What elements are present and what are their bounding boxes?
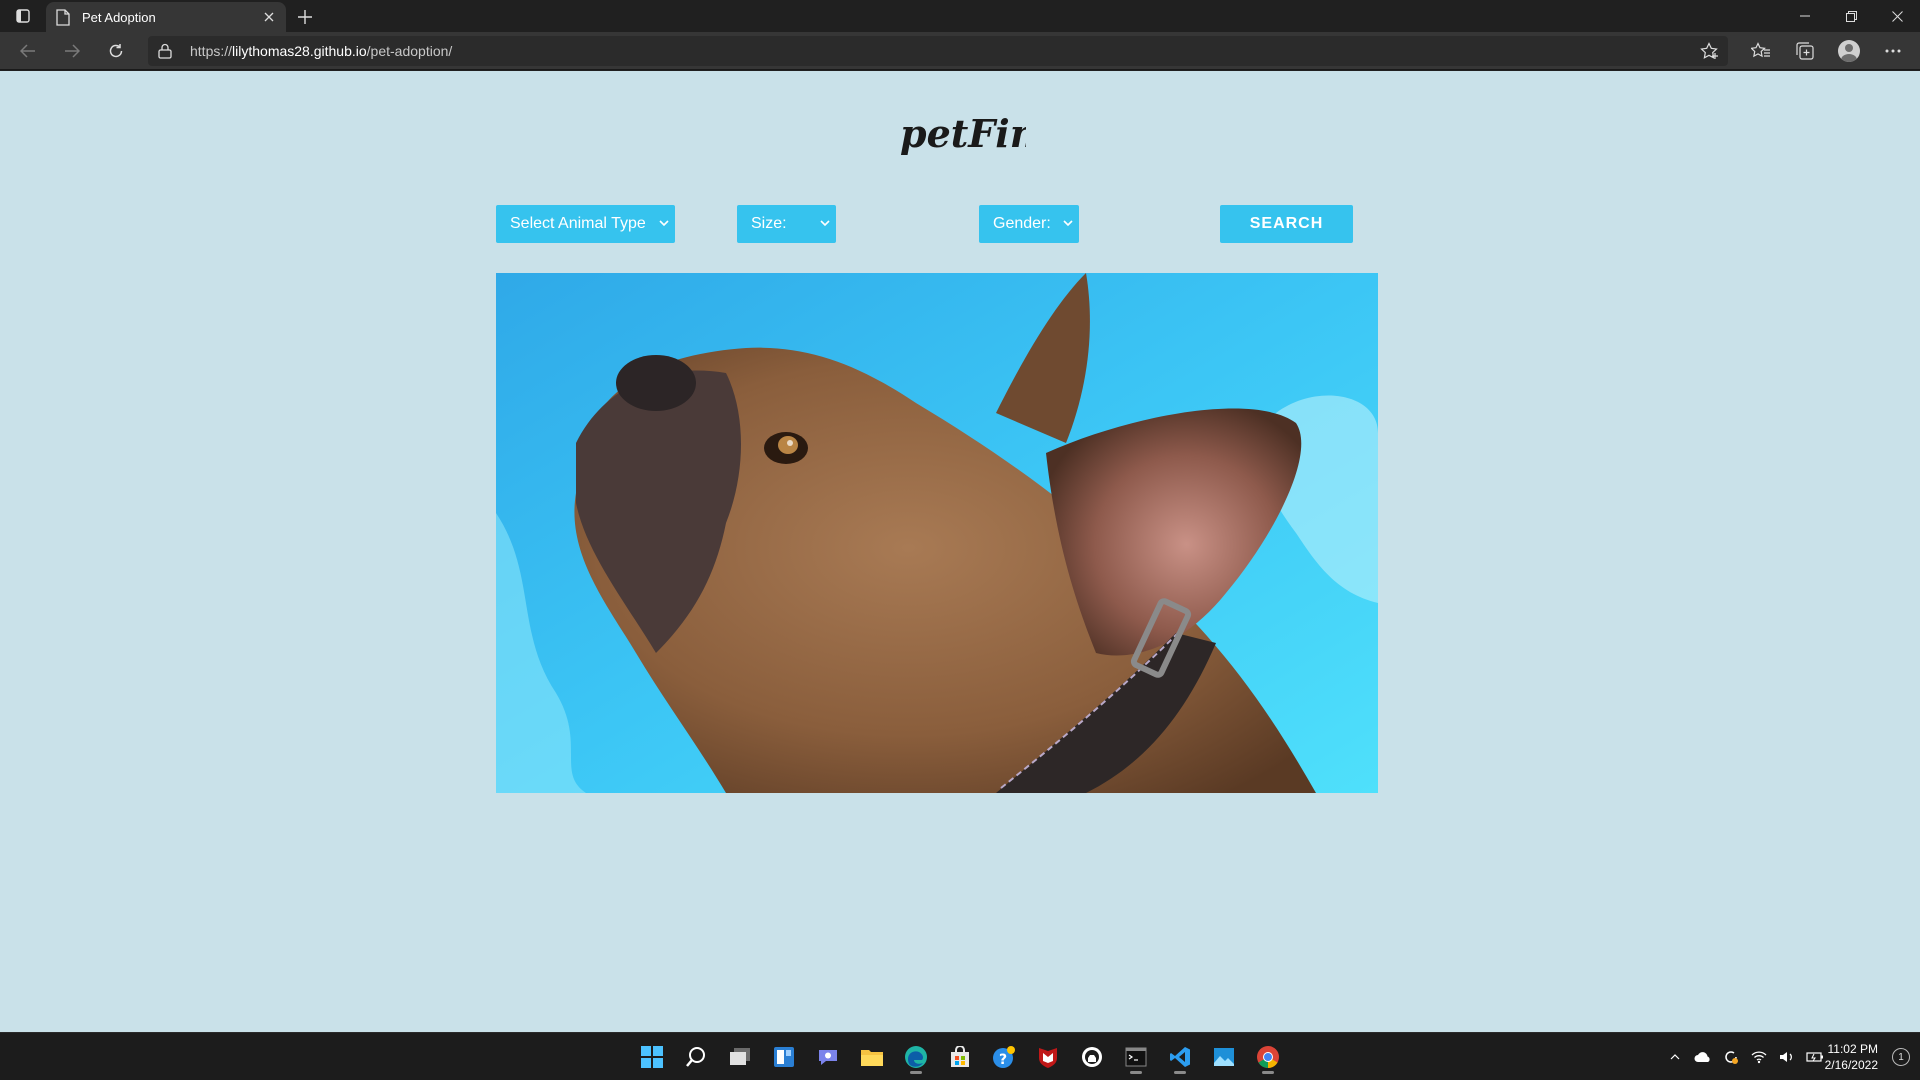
tab-close-icon[interactable] bbox=[262, 10, 276, 24]
address-bar[interactable]: https://lilythomas28.github.io/pet-adopt… bbox=[148, 36, 1728, 66]
favorites-icon[interactable] bbox=[1748, 38, 1774, 64]
animal-type-select[interactable]: Select Animal Type bbox=[496, 205, 675, 243]
refresh-icon[interactable] bbox=[102, 38, 130, 64]
chrome-icon[interactable] bbox=[1250, 1039, 1286, 1075]
edge-icon[interactable] bbox=[898, 1039, 934, 1075]
gender-select[interactable]: Gender: bbox=[979, 205, 1079, 243]
github-icon[interactable] bbox=[1074, 1039, 1110, 1075]
store-icon[interactable] bbox=[942, 1039, 978, 1075]
search-button[interactable]: SEARCH bbox=[1220, 205, 1353, 243]
chevron-down-icon bbox=[1063, 220, 1073, 227]
url-text[interactable]: https://lilythomas28.github.io/pet-adopt… bbox=[190, 43, 452, 59]
mcafee-icon[interactable] bbox=[1030, 1039, 1066, 1075]
show-hidden-icons-icon[interactable] bbox=[1666, 1048, 1684, 1066]
vscode-icon[interactable] bbox=[1162, 1039, 1198, 1075]
taskbar-clock[interactable]: 11:02 PM 2/16/2022 bbox=[1825, 1041, 1878, 1073]
browser-toolbar: https://lilythomas28.github.io/pet-adopt… bbox=[0, 32, 1920, 70]
browser-titlebar: Pet Adoption bbox=[0, 0, 1920, 32]
hero-dog-image bbox=[496, 273, 1378, 793]
task-view-icon[interactable] bbox=[722, 1039, 758, 1075]
battery-icon[interactable] bbox=[1806, 1048, 1824, 1066]
clock-time: 11:02 PM bbox=[1827, 1042, 1878, 1056]
tab-actions-icon[interactable] bbox=[12, 7, 34, 25]
profile-avatar[interactable] bbox=[1836, 38, 1862, 64]
tab-pet-adoption[interactable]: Pet Adoption bbox=[46, 2, 286, 32]
chevron-down-icon bbox=[659, 220, 669, 227]
svg-text:petFinder: petFinder bbox=[900, 111, 1026, 156]
file-explorer-icon[interactable] bbox=[854, 1039, 890, 1075]
teams-chat-icon[interactable] bbox=[810, 1039, 846, 1075]
new-tab-icon[interactable] bbox=[294, 6, 316, 28]
close-window-icon[interactable] bbox=[1874, 0, 1920, 32]
chevron-down-icon bbox=[820, 220, 830, 227]
terminal-icon[interactable] bbox=[1118, 1039, 1154, 1075]
gender-value: Gender: bbox=[993, 215, 1051, 232]
photos-icon[interactable] bbox=[1206, 1039, 1242, 1075]
start-icon[interactable] bbox=[634, 1039, 670, 1075]
tab-title: Pet Adoption bbox=[82, 9, 156, 25]
onedrive-icon[interactable] bbox=[1694, 1048, 1712, 1066]
more-options-icon[interactable] bbox=[1880, 38, 1906, 64]
back-icon[interactable] bbox=[14, 38, 42, 64]
search-icon[interactable] bbox=[678, 1039, 714, 1075]
add-favorite-icon[interactable] bbox=[1700, 42, 1720, 60]
page-viewport: petFinder Select Animal Type Size: Gende… bbox=[0, 71, 1920, 1032]
size-select[interactable]: Size: bbox=[737, 205, 836, 243]
collections-icon[interactable] bbox=[1792, 38, 1818, 64]
volume-icon[interactable] bbox=[1778, 1048, 1796, 1066]
help-icon[interactable]: ? bbox=[986, 1039, 1022, 1075]
page-icon bbox=[56, 8, 70, 26]
restore-icon[interactable] bbox=[1828, 0, 1874, 32]
petfinder-logo: petFinder bbox=[900, 111, 1026, 156]
notification-badge[interactable]: 1 bbox=[1892, 1048, 1910, 1066]
forward-icon[interactable] bbox=[58, 38, 86, 64]
sync-icon[interactable] bbox=[1722, 1048, 1740, 1066]
animal-type-value: Select Animal Type bbox=[510, 215, 646, 232]
svg-text:?: ? bbox=[999, 1052, 1007, 1068]
wifi-icon[interactable] bbox=[1750, 1048, 1768, 1066]
size-value: Size: bbox=[751, 215, 787, 232]
lock-icon[interactable] bbox=[158, 43, 172, 59]
minimize-icon[interactable] bbox=[1782, 0, 1828, 32]
windows-taskbar: ? 11:02 PM 2/16/2022 1 bbox=[0, 1032, 1920, 1080]
widgets-icon[interactable] bbox=[766, 1039, 802, 1075]
clock-date: 2/16/2022 bbox=[1824, 1058, 1878, 1072]
